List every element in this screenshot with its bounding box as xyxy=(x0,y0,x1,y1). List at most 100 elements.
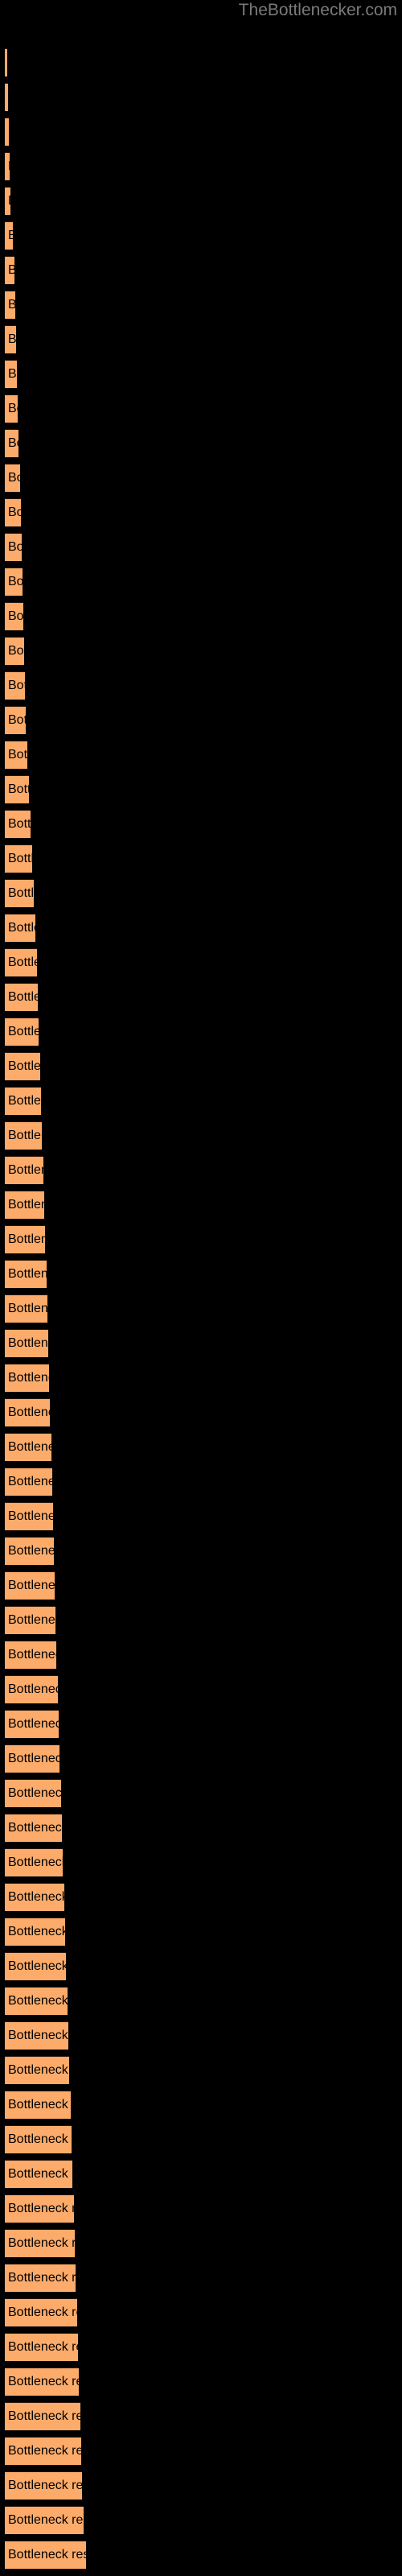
bar[interactable] xyxy=(5,1260,47,1288)
bar[interactable] xyxy=(5,2541,86,2569)
bar-clip: Bottleneck result xyxy=(5,2402,80,2430)
bar[interactable] xyxy=(5,741,27,769)
bar[interactable] xyxy=(5,2160,72,2188)
bar[interactable] xyxy=(5,2402,80,2430)
bar[interactable] xyxy=(5,2506,84,2534)
bar-clip: Bottleneck result xyxy=(5,741,27,769)
bar[interactable] xyxy=(5,1952,66,1980)
bar-clip: Bottleneck result xyxy=(5,2471,82,2500)
bar-clip: Bottleneck result xyxy=(5,256,14,284)
bar[interactable] xyxy=(5,1329,48,1357)
bar-clip: Bottleneck result xyxy=(5,1779,61,1807)
bar[interactable] xyxy=(5,1918,65,1946)
bar-clip: Bottleneck result xyxy=(5,914,35,942)
bar[interactable] xyxy=(5,1848,63,1876)
bar-clip: Bottleneck result xyxy=(5,360,17,388)
bar[interactable] xyxy=(5,291,15,319)
bar[interactable] xyxy=(5,187,10,215)
bar[interactable] xyxy=(5,2437,81,2465)
bar-clip: Bottleneck result xyxy=(5,706,26,734)
bar[interactable] xyxy=(5,256,14,284)
bar-clip: Bottleneck result xyxy=(5,533,22,561)
bar[interactable] xyxy=(5,1398,50,1426)
bar[interactable] xyxy=(5,1468,52,1496)
bar[interactable] xyxy=(5,498,21,526)
bar[interactable] xyxy=(5,1814,62,1842)
bar[interactable] xyxy=(5,602,23,630)
bar[interactable] xyxy=(5,2194,74,2223)
bar[interactable] xyxy=(5,2229,75,2257)
bar[interactable] xyxy=(5,1225,45,1253)
bar[interactable] xyxy=(5,152,10,180)
bar[interactable] xyxy=(5,914,35,942)
bar[interactable] xyxy=(5,2056,69,2084)
bar[interactable] xyxy=(5,1537,54,1565)
bar-clip: Bottleneck result xyxy=(5,1398,50,1426)
bar[interactable] xyxy=(5,533,22,561)
bar[interactable] xyxy=(5,1675,58,1703)
bar[interactable] xyxy=(5,1606,55,1634)
bar-clip: Bottleneck result xyxy=(5,325,16,353)
bar[interactable] xyxy=(5,671,25,700)
bar[interactable] xyxy=(5,568,23,596)
bar[interactable] xyxy=(5,1883,64,1911)
bar[interactable] xyxy=(5,1433,51,1461)
bar[interactable] xyxy=(5,775,29,803)
bar[interactable] xyxy=(5,325,16,353)
bar[interactable] xyxy=(5,879,34,907)
bar[interactable] xyxy=(5,1744,59,1773)
bar[interactable] xyxy=(5,1156,43,1184)
bar[interactable] xyxy=(5,1502,53,1530)
bar[interactable] xyxy=(5,1571,55,1600)
bar[interactable] xyxy=(5,1294,47,1323)
bar[interactable] xyxy=(5,221,13,250)
bar[interactable] xyxy=(5,1364,49,1392)
bar[interactable] xyxy=(5,118,9,146)
bar[interactable] xyxy=(5,2125,72,2153)
bar[interactable] xyxy=(5,429,18,457)
bar[interactable] xyxy=(5,48,7,76)
bar[interactable] xyxy=(5,844,32,873)
bar-clip: Bottleneck result xyxy=(5,1883,64,1911)
bar[interactable] xyxy=(5,2298,77,2326)
bar[interactable] xyxy=(5,464,20,492)
bar[interactable] xyxy=(5,706,26,734)
bar[interactable] xyxy=(5,1087,41,1115)
bar[interactable] xyxy=(5,2264,76,2292)
bar[interactable] xyxy=(5,1018,39,1046)
bar[interactable] xyxy=(5,1121,42,1150)
bar[interactable] xyxy=(5,1710,59,1738)
bar[interactable] xyxy=(5,360,17,388)
bar-clip: Bottleneck result xyxy=(5,2541,86,2569)
bar-clip: Bottleneck result xyxy=(5,2091,71,2119)
bar[interactable] xyxy=(5,1987,68,2015)
bar-clip: Bottleneck result xyxy=(5,775,29,803)
bar-clip: Bottleneck result xyxy=(5,637,24,665)
bar[interactable] xyxy=(5,1779,61,1807)
bar[interactable] xyxy=(5,810,31,838)
bar[interactable] xyxy=(5,637,24,665)
bar[interactable] xyxy=(5,2368,79,2396)
bar-clip: Bottleneck result xyxy=(5,187,10,215)
bar-clip: Bottleneck result xyxy=(5,2229,75,2257)
bar[interactable] xyxy=(5,1191,44,1219)
bar[interactable] xyxy=(5,2471,82,2500)
bar-clip: Bottleneck result xyxy=(5,1052,40,1080)
bar-clip: Bottleneck result xyxy=(5,2056,69,2084)
bar-clip: Bottleneck result xyxy=(5,1987,68,2015)
bar-clip: Bottleneck result xyxy=(5,1294,47,1323)
bar[interactable] xyxy=(5,2021,68,2050)
bar[interactable] xyxy=(5,1052,40,1080)
bar[interactable] xyxy=(5,83,8,111)
bar[interactable] xyxy=(5,2333,78,2361)
bar[interactable] xyxy=(5,1641,56,1669)
bar[interactable] xyxy=(5,394,18,423)
bar-clip: Bottleneck result xyxy=(5,1744,59,1773)
bar[interactable] xyxy=(5,983,38,1011)
bar-clip: Bottleneck result xyxy=(5,1641,56,1669)
bar[interactable] xyxy=(5,2091,71,2119)
bar-clip: Bottleneck result xyxy=(5,221,13,250)
bar-clip: Bottleneck result xyxy=(5,844,32,873)
bar-clip: Bottleneck result xyxy=(5,948,37,976)
bar[interactable] xyxy=(5,948,37,976)
